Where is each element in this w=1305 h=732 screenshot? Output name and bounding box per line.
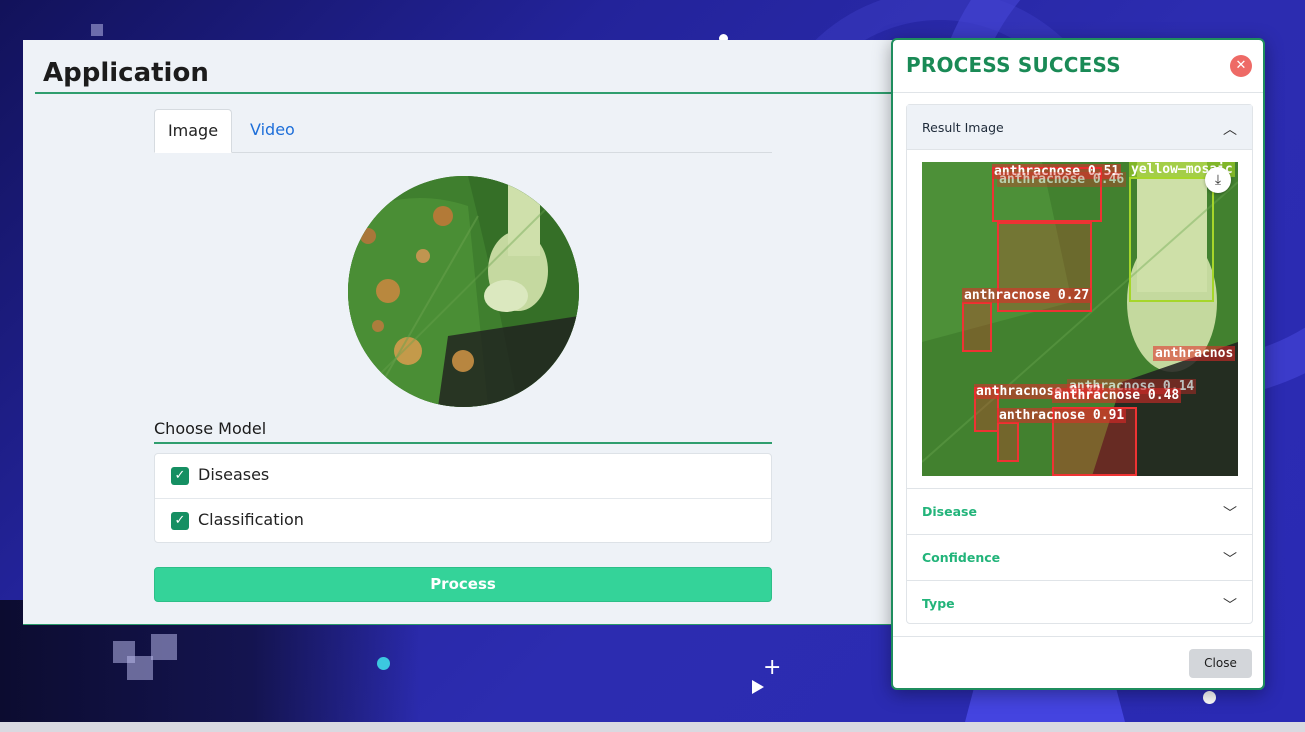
decor-square [151,634,177,660]
title-divider [35,92,903,94]
chevron-down-icon: ﹀ [1223,506,1237,522]
download-icon[interactable]: ⤓ [1205,167,1231,193]
section-type[interactable]: Type ﹀ [907,581,1252,626]
section-confidence-label: Confidence [922,550,1001,565]
chevron-down-icon: ﹀ [1223,598,1237,614]
result-accordion: Result Image ︿ anthracnose 0.51 anthracn… [906,104,1253,624]
process-success-dialog: PROCESS SUCCESS ✕ Result Image ︿ anthrac [891,38,1265,690]
choose-model-label: Choose Model [154,419,267,438]
decor-dot [377,657,390,670]
tab-image[interactable]: Image [154,109,232,153]
dialog-title: PROCESS SUCCESS [906,53,1121,77]
detection-box [1129,177,1214,302]
detection-label: anthracnose 0.91 [997,408,1127,423]
media-tabs: Image Video [154,109,772,153]
section-confidence[interactable]: Confidence ﹀ [907,535,1252,580]
choose-model-divider [154,442,772,444]
dialog-footer-divider [893,636,1263,637]
checkbox-checked-icon[interactable]: ✓ [171,512,189,530]
section-disease-label: Disease [922,504,977,519]
uploaded-image-preview [348,176,579,407]
close-icon[interactable]: ✕ [1230,55,1252,77]
model-options: ✓ Diseases ✓ Classification [154,453,772,543]
page-title: Application [43,58,209,88]
section-type-label: Type [922,596,955,611]
detection-box [997,422,1019,462]
process-button[interactable]: Process [154,567,772,602]
tab-video[interactable]: Video [234,109,311,153]
result-image: anthracnose 0.51 anthracnose 0.46 yellow… [922,162,1238,476]
decor-plus: + [763,655,782,680]
detection-box [962,302,992,352]
decor-triangle [752,680,764,694]
detection-label: anthracnose 0.27 [962,288,1092,303]
dialog-header-divider [893,92,1263,93]
section-result-image-label: Result Image [922,120,1004,135]
chevron-down-icon: ﹀ [1223,552,1237,568]
option-diseases[interactable]: ✓ Diseases [155,454,771,498]
bottom-strip [0,722,1305,732]
decor-square [91,24,103,36]
detection-label: anthracnose 0.46 [997,172,1127,187]
checkbox-checked-icon[interactable]: ✓ [171,467,189,485]
decor-dot [1203,691,1216,704]
chevron-up-icon: ︿ [1223,122,1237,138]
application-panel: Application Image Video Choose Model ✓ D… [23,40,903,625]
section-disease[interactable]: Disease ﹀ [907,489,1252,534]
decor-square [127,656,153,680]
option-classification-label: Classification [198,510,304,529]
section-result-image[interactable]: Result Image ︿ [907,105,1252,150]
option-diseases-label: Diseases [198,465,270,484]
detection-label: anthracnose 0.48 [1052,388,1182,403]
leaf-photo [348,176,579,407]
close-button[interactable]: Close [1189,649,1252,678]
detection-label: anthracnos [1153,346,1236,361]
option-classification[interactable]: ✓ Classification [155,498,771,542]
